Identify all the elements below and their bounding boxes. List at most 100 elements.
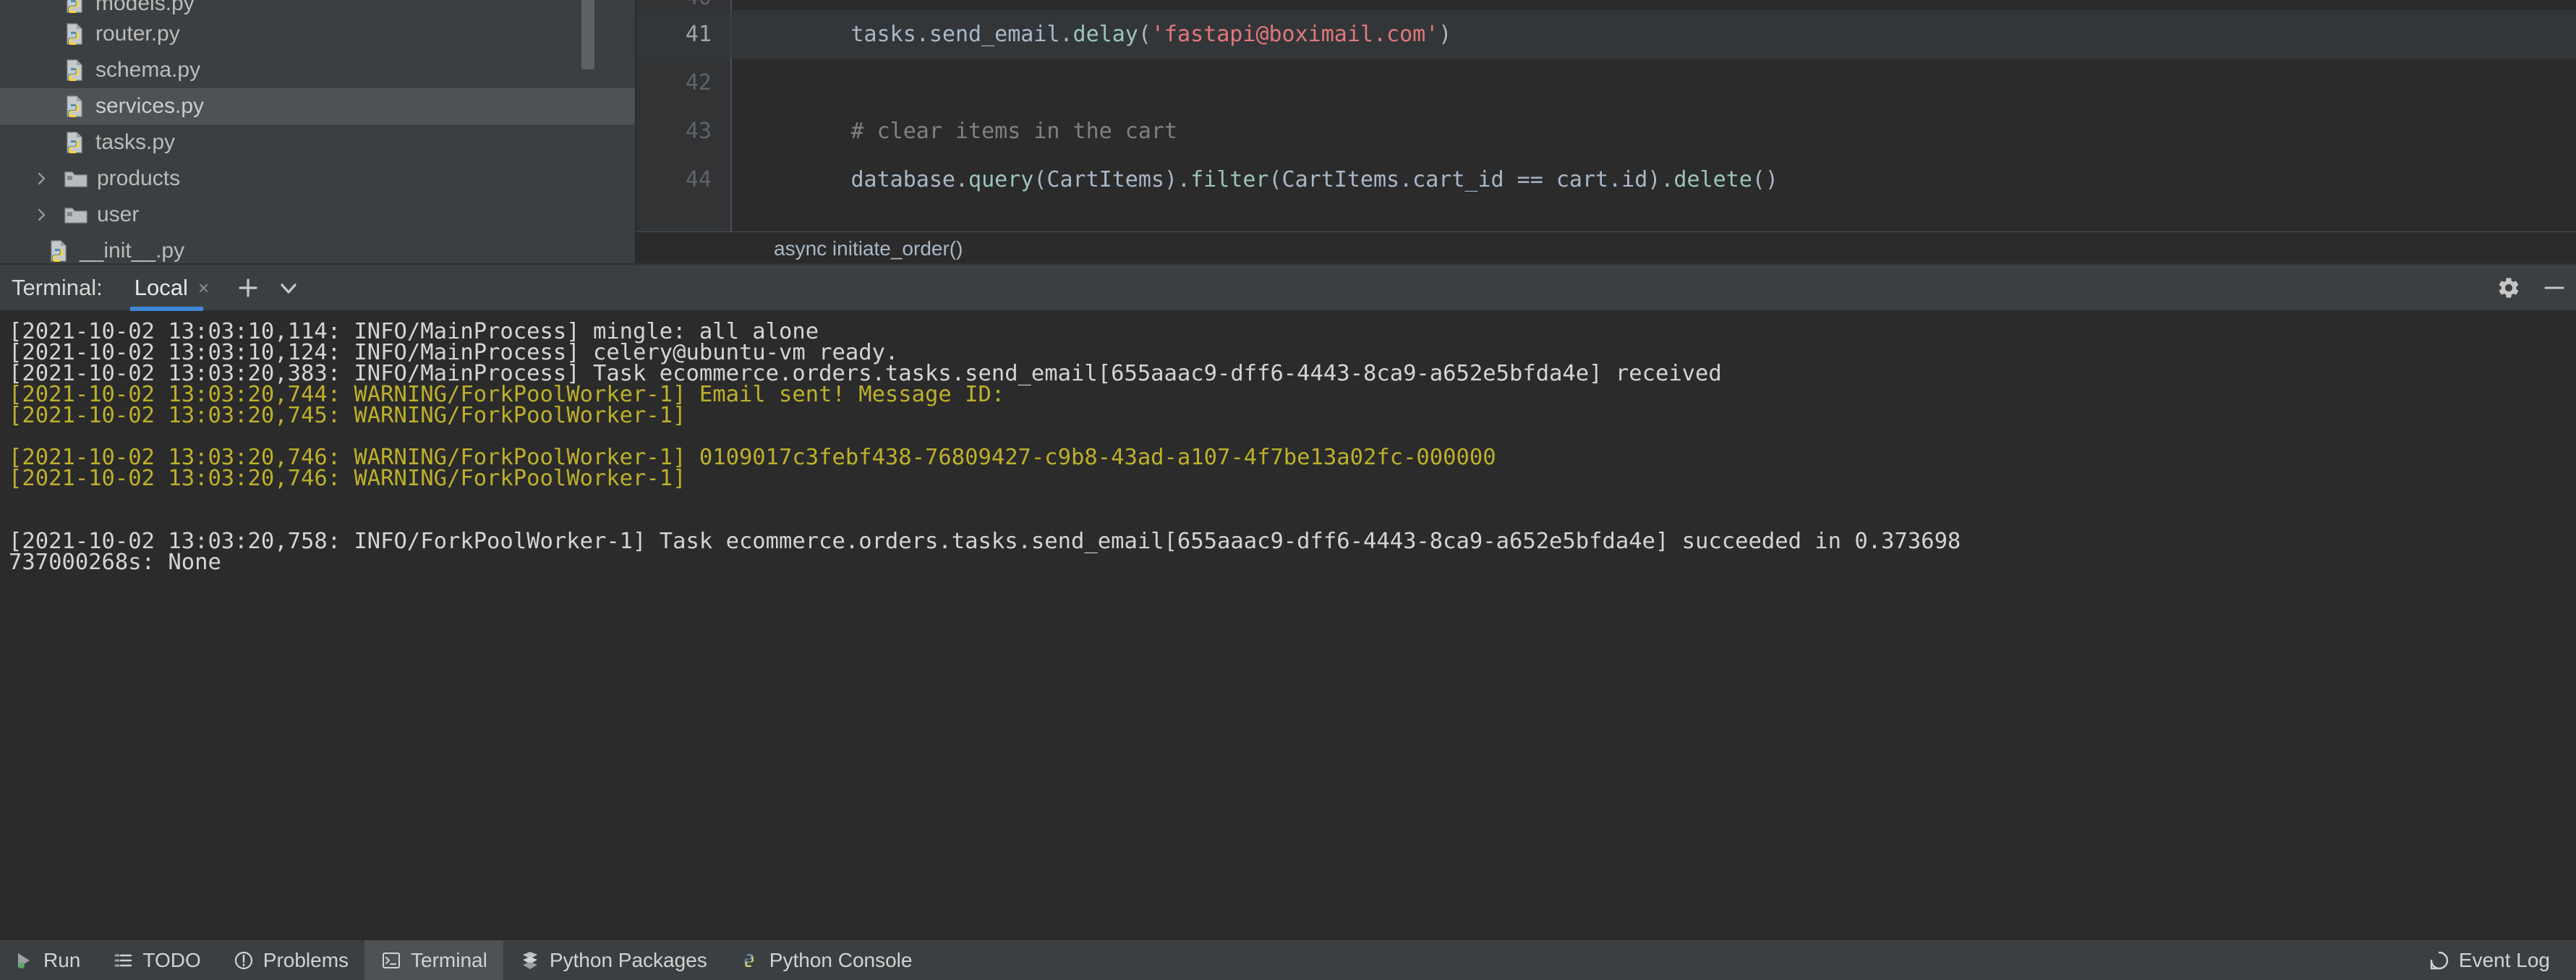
line-number: 42 [636, 70, 730, 95]
status-item-label: Run [43, 949, 80, 972]
status-item-label: TODO [142, 949, 200, 972]
python-file-icon [61, 0, 88, 16]
tree-item-schema-py[interactable]: schema.py [0, 52, 636, 88]
terminal-title: Terminal: [12, 275, 103, 301]
python-file-icon [61, 93, 88, 120]
line-number: 41 [636, 22, 730, 47]
code-token: delete [1673, 167, 1752, 192]
tree-item-models-py[interactable]: models.py [0, 0, 636, 16]
chevron-down-icon[interactable] [274, 273, 303, 302]
todo-icon [112, 950, 134, 971]
status-item-problems[interactable]: Problems [217, 940, 364, 980]
add-icon[interactable] [234, 273, 263, 302]
gear-icon[interactable] [2486, 265, 2531, 311]
chevron-right-icon[interactable] [32, 205, 51, 224]
chevron-right-icon[interactable] [32, 169, 51, 188]
terminal-line: [2021-10-02 13:03:20,758: INFO/ForkPoolW… [9, 531, 2576, 552]
status-item-python-console[interactable]: Python Console [723, 940, 929, 980]
python-file-icon [61, 56, 88, 84]
tree-item-services-py[interactable]: services.py [0, 88, 636, 124]
terminal-line: [2021-10-02 13:03:10,124: INFO/MainProce… [9, 342, 2576, 363]
code-token: 'fastapi@boximail.com' [1151, 22, 1438, 47]
terminal-line: 737000268s: None [9, 552, 2576, 573]
status-item-python-packages[interactable]: Python Packages [503, 940, 723, 980]
terminal-blank-line [9, 510, 2576, 531]
terminal-line: [2021-10-02 13:03:20,744: WARNING/ForkPo… [9, 384, 2576, 405]
code-line-42[interactable]: 42 [636, 59, 2576, 107]
code-line-43[interactable]: 43 # clear items in the cart [636, 107, 2576, 155]
code-line-text: database.query(CartItems).filter(CartIte… [730, 167, 1778, 192]
line-number: 44 [636, 167, 730, 192]
python-file-icon [61, 129, 88, 156]
run-icon [13, 950, 35, 971]
python-packages-icon [519, 950, 541, 971]
tree-item-label: services.py [95, 94, 204, 119]
code-token: # clear items in the cart [746, 119, 1177, 144]
folder-icon [62, 165, 90, 192]
terminal-icon [380, 950, 402, 971]
terminal-header: Terminal: Local × [0, 265, 2576, 311]
event-log-label: Event Log [2459, 949, 2550, 972]
status-item-todo[interactable]: TODO [96, 940, 216, 980]
breadcrumb-label: async initiate_order() [774, 237, 963, 260]
tree-item-label: models.py [95, 0, 195, 16]
status-bar: Run TODO Problems Terminal Python Packages Py… [0, 939, 2576, 980]
tree-item-router-py[interactable]: router.py [0, 16, 636, 52]
breadcrumb[interactable]: async initiate_order() [636, 231, 2576, 265]
code-token: tasks.send_email. [746, 22, 1073, 47]
code-token: () [1752, 167, 1778, 192]
line-number: 40 [636, 0, 730, 10]
code-line-text: # clear items in the cart [730, 119, 1177, 144]
code-editor[interactable]: 4041 tasks.send_email.delay('fastapi@box… [636, 0, 2576, 265]
python-console-icon [739, 950, 761, 971]
code-token: ( [1138, 22, 1151, 47]
terminal-line: [2021-10-02 13:03:20,746: WARNING/ForkPo… [9, 447, 2576, 468]
code-token: ) [1438, 22, 1451, 47]
terminal-tab-local[interactable]: Local × [130, 265, 213, 311]
tree-item-products[interactable]: products [0, 161, 636, 197]
status-item-label: Problems [263, 949, 349, 972]
terminal-output[interactable]: [2021-10-02 13:03:10,114: INFO/MainProce… [0, 311, 2576, 939]
folder-icon [62, 201, 90, 229]
python-file-icon [61, 20, 88, 48]
status-item-run[interactable]: Run [0, 940, 96, 980]
terminal-blank-line [9, 426, 2576, 447]
event-log-icon [2428, 950, 2450, 971]
code-line-40[interactable]: 40 [636, 0, 2576, 10]
code-line-text: tasks.send_email.delay('fastapi@boximail… [730, 22, 1451, 47]
tree-item-label: tasks.py [95, 130, 175, 155]
tree-item-user[interactable]: user [0, 197, 636, 233]
terminal-line: [2021-10-02 13:03:20,745: WARNING/ForkPo… [9, 405, 2576, 426]
terminal-tool-window: Terminal: Local × [0, 265, 2576, 939]
tree-item-label: products [97, 166, 180, 191]
minimize-icon[interactable] [2531, 265, 2576, 311]
status-item-label: Terminal [411, 949, 487, 972]
terminal-line: [2021-10-02 13:03:20,746: WARNING/ForkPo… [9, 468, 2576, 489]
code-token: delay [1073, 22, 1138, 47]
status-item-terminal[interactable]: Terminal [364, 940, 503, 980]
close-icon[interactable]: × [198, 278, 209, 297]
tree-item-tasks-py[interactable]: tasks.py [0, 124, 636, 161]
project-tree-scrollbar[interactable] [581, 0, 594, 69]
status-item-label: Python Packages [550, 949, 707, 972]
terminal-tab-underline [130, 307, 203, 311]
line-number: 43 [636, 119, 730, 144]
terminal-line: [2021-10-02 13:03:10,114: INFO/MainProce… [9, 321, 2576, 342]
code-line-44[interactable]: 44 database.query(CartItems).filter(Cart… [636, 155, 2576, 204]
code-token: (CartItems.cart_id == cart.id). [1268, 167, 1673, 192]
tree-item-label: router.py [95, 22, 180, 46]
top-region: models.py router.py schema.py services.py ta… [0, 0, 2576, 265]
code-lines[interactable]: 4041 tasks.send_email.delay('fastapi@box… [636, 0, 2576, 231]
tree-item-label: user [97, 203, 139, 227]
tree-item-init-py[interactable]: __init__.py [0, 233, 636, 265]
pycharm-window: models.py router.py schema.py services.py ta… [0, 0, 2576, 980]
terminal-tab-label: Local [135, 275, 188, 301]
code-line-41[interactable]: 41 tasks.send_email.delay('fastapi@boxim… [636, 10, 2576, 59]
status-item-label: Python Console [769, 949, 913, 972]
problems-icon [233, 950, 255, 971]
code-token: (CartItems). [1033, 167, 1190, 192]
terminal-line: [2021-10-02 13:03:20,383: INFO/MainProce… [9, 363, 2576, 384]
event-log-button[interactable]: Event Log [2413, 940, 2566, 980]
tree-item-label: __init__.py [80, 239, 184, 263]
project-tree-panel[interactable]: models.py router.py schema.py services.py ta… [0, 0, 636, 265]
